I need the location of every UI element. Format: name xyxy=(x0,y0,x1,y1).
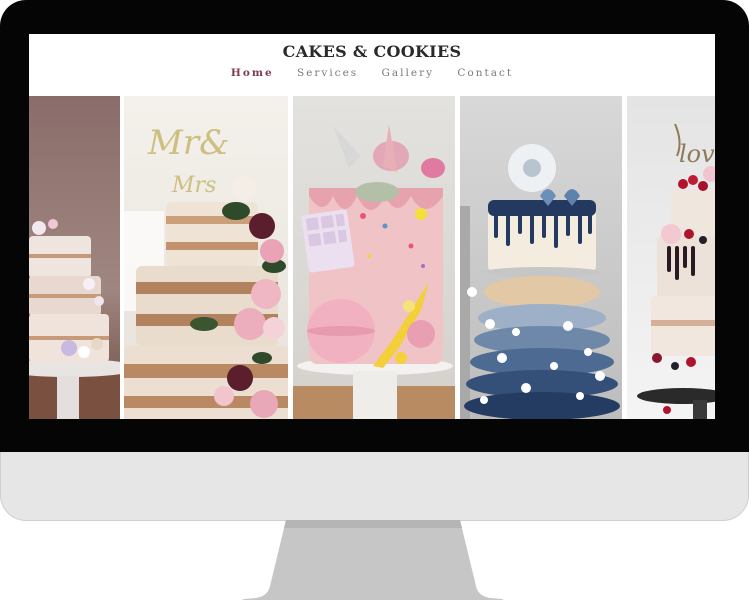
gallery-image-5[interactable]: love xyxy=(627,96,715,419)
gallery-image-1[interactable] xyxy=(29,96,120,419)
topper-text-mr: Mr& xyxy=(147,123,229,163)
topper-text-mrs: Mrs xyxy=(171,173,216,198)
site-header: CAKES & COOKIES Home Services Gallery Co… xyxy=(29,34,715,96)
nav-services[interactable]: Services xyxy=(297,67,358,79)
nav-home[interactable]: Home xyxy=(231,67,274,79)
gallery-image-4[interactable] xyxy=(460,96,622,419)
main-nav: Home Services Gallery Contact xyxy=(29,67,715,79)
monitor-chin xyxy=(0,452,749,521)
nav-contact[interactable]: Contact xyxy=(457,67,513,79)
gallery-image-2[interactable]: Mr& Mrs xyxy=(124,96,288,419)
topper-text-love: love xyxy=(679,140,715,168)
nav-gallery[interactable]: Gallery xyxy=(382,67,435,79)
monitor-screen: CAKES & COOKIES Home Services Gallery Co… xyxy=(29,34,715,419)
monitor-stand xyxy=(242,520,504,600)
cake-gallery: Mr& Mrs lov xyxy=(29,96,715,419)
gallery-image-3[interactable] xyxy=(293,96,455,419)
site-title[interactable]: CAKES & COOKIES xyxy=(29,42,715,61)
